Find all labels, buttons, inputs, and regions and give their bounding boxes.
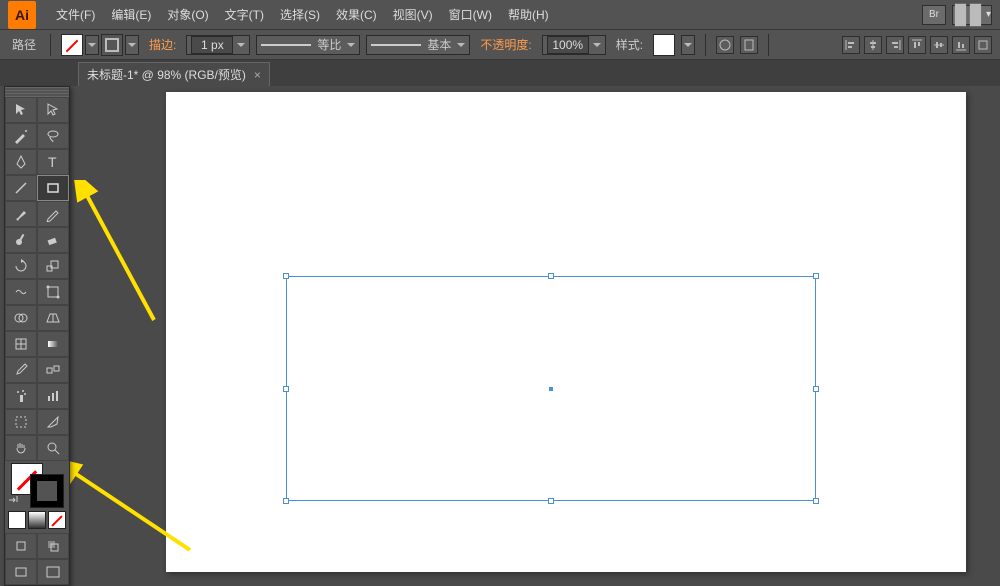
handle-tl[interactable] (283, 273, 289, 279)
handle-br[interactable] (813, 498, 819, 504)
stroke-weight-input[interactable]: 1 px (186, 35, 250, 55)
document-tab[interactable]: 未标题-1* @ 98% (RGB/预览) × (78, 62, 270, 86)
magic-wand-tool[interactable] (5, 123, 37, 149)
eyedropper-tool[interactable] (5, 357, 37, 383)
eraser-tool[interactable] (37, 227, 69, 253)
menu-view[interactable]: 视图(V) (385, 0, 441, 30)
toolbox: T (4, 86, 70, 586)
perspective-grid-tool[interactable] (37, 305, 69, 331)
opacity-label[interactable]: 不透明度: (480, 36, 531, 53)
fill-stroke-control[interactable] (5, 461, 69, 507)
swap-fill-stroke-icon[interactable] (7, 495, 19, 507)
direct-selection-tool[interactable] (37, 97, 69, 123)
stroke-label[interactable]: 描边: (149, 36, 176, 53)
lasso-tool[interactable] (37, 123, 69, 149)
doc-setup-icon[interactable] (740, 36, 758, 54)
center-point (549, 387, 553, 391)
align-hcenter-icon[interactable] (864, 36, 882, 54)
selection-tool[interactable] (5, 97, 37, 123)
mesh-tool[interactable] (5, 331, 37, 357)
stroke-swatch[interactable] (101, 34, 123, 56)
drawing-mode-behind[interactable] (37, 533, 69, 559)
align-vcenter-icon[interactable] (930, 36, 948, 54)
canvas-area[interactable] (74, 86, 1000, 567)
align-bottom-icon[interactable] (952, 36, 970, 54)
shape-builder-tool[interactable] (5, 305, 37, 331)
blob-brush-tool[interactable] (5, 227, 37, 253)
color-mode-row (5, 507, 69, 533)
hand-tool[interactable] (5, 435, 37, 461)
scale-tool[interactable] (37, 253, 69, 279)
workspace-switcher[interactable]: ▾ (952, 5, 992, 25)
gradient-tool[interactable] (37, 331, 69, 357)
stroke-color-box[interactable] (31, 475, 63, 507)
blend-tool[interactable] (37, 357, 69, 383)
pencil-tool[interactable] (37, 201, 69, 227)
artboard-tool[interactable] (5, 409, 37, 435)
rectangle-tool[interactable] (37, 175, 69, 201)
screen-mode-full[interactable] (37, 559, 69, 585)
column-graph-tool[interactable] (37, 383, 69, 409)
handle-bl[interactable] (283, 498, 289, 504)
options-bar: 路径 描边: 1 px 等比 基本 不透明度: 100% 样式: (0, 30, 1000, 60)
align-top-icon[interactable] (908, 36, 926, 54)
style-label: 样式: (616, 36, 643, 53)
stroke-dropdown[interactable] (125, 35, 139, 55)
width-tool[interactable] (5, 279, 37, 305)
menu-select[interactable]: 选择(S) (272, 0, 328, 30)
paintbrush-tool[interactable] (5, 201, 37, 227)
style-swatch[interactable] (653, 34, 675, 56)
style-dropdown[interactable] (681, 35, 695, 55)
artboard (166, 92, 966, 572)
line-tool[interactable] (5, 175, 37, 201)
app-logo: Ai (8, 1, 36, 29)
document-tab-title: 未标题-1* @ 98% (RGB/预览) (87, 66, 246, 83)
slice-tool[interactable] (37, 409, 69, 435)
menu-effect[interactable]: 效果(C) (328, 0, 385, 30)
drawing-mode-normal[interactable] (5, 533, 37, 559)
menu-file[interactable]: 文件(F) (48, 0, 103, 30)
color-mode-gradient[interactable] (28, 511, 46, 529)
handle-mr[interactable] (813, 386, 819, 392)
handle-tr[interactable] (813, 273, 819, 279)
svg-text:T: T (48, 154, 57, 170)
handle-tm[interactable] (548, 273, 554, 279)
menu-edit[interactable]: 编辑(E) (103, 0, 159, 30)
screen-mode-normal[interactable] (5, 559, 37, 585)
color-mode-solid[interactable] (8, 511, 26, 529)
close-icon[interactable]: × (254, 68, 261, 82)
panel-grip[interactable] (5, 87, 69, 97)
brush-dropdown[interactable]: 基本 (366, 35, 470, 55)
rotate-tool[interactable] (5, 253, 37, 279)
handle-ml[interactable] (283, 386, 289, 392)
opacity-input[interactable]: 100% (542, 35, 606, 55)
selected-rectangle[interactable] (286, 276, 816, 501)
document-tab-bar: 未标题-1* @ 98% (RGB/预览) × (0, 60, 1000, 86)
fill-swatch[interactable] (61, 34, 83, 56)
free-transform-tool[interactable] (37, 279, 69, 305)
zoom-tool[interactable] (37, 435, 69, 461)
profile-dropdown[interactable]: 等比 (256, 35, 360, 55)
align-icons (842, 36, 992, 54)
menu-help[interactable]: 帮助(H) (500, 0, 557, 30)
menubar: Ai 文件(F) 编辑(E) 对象(O) 文字(T) 选择(S) 效果(C) 视… (0, 0, 1000, 30)
type-tool[interactable]: T (37, 149, 69, 175)
pen-tool[interactable] (5, 149, 37, 175)
bridge-button[interactable]: Br (922, 5, 946, 25)
symbol-sprayer-tool[interactable] (5, 383, 37, 409)
recolor-artwork-icon[interactable] (716, 36, 734, 54)
menu-type[interactable]: 文字(T) (217, 0, 272, 30)
menu-object[interactable]: 对象(O) (159, 0, 216, 30)
transform-icon[interactable] (974, 36, 992, 54)
handle-bm[interactable] (548, 498, 554, 504)
menu-window[interactable]: 窗口(W) (441, 0, 500, 30)
fill-dropdown[interactable] (85, 35, 99, 55)
color-mode-none[interactable] (48, 511, 66, 529)
align-left-icon[interactable] (842, 36, 860, 54)
path-label: 路径 (12, 36, 36, 53)
align-right-icon[interactable] (886, 36, 904, 54)
